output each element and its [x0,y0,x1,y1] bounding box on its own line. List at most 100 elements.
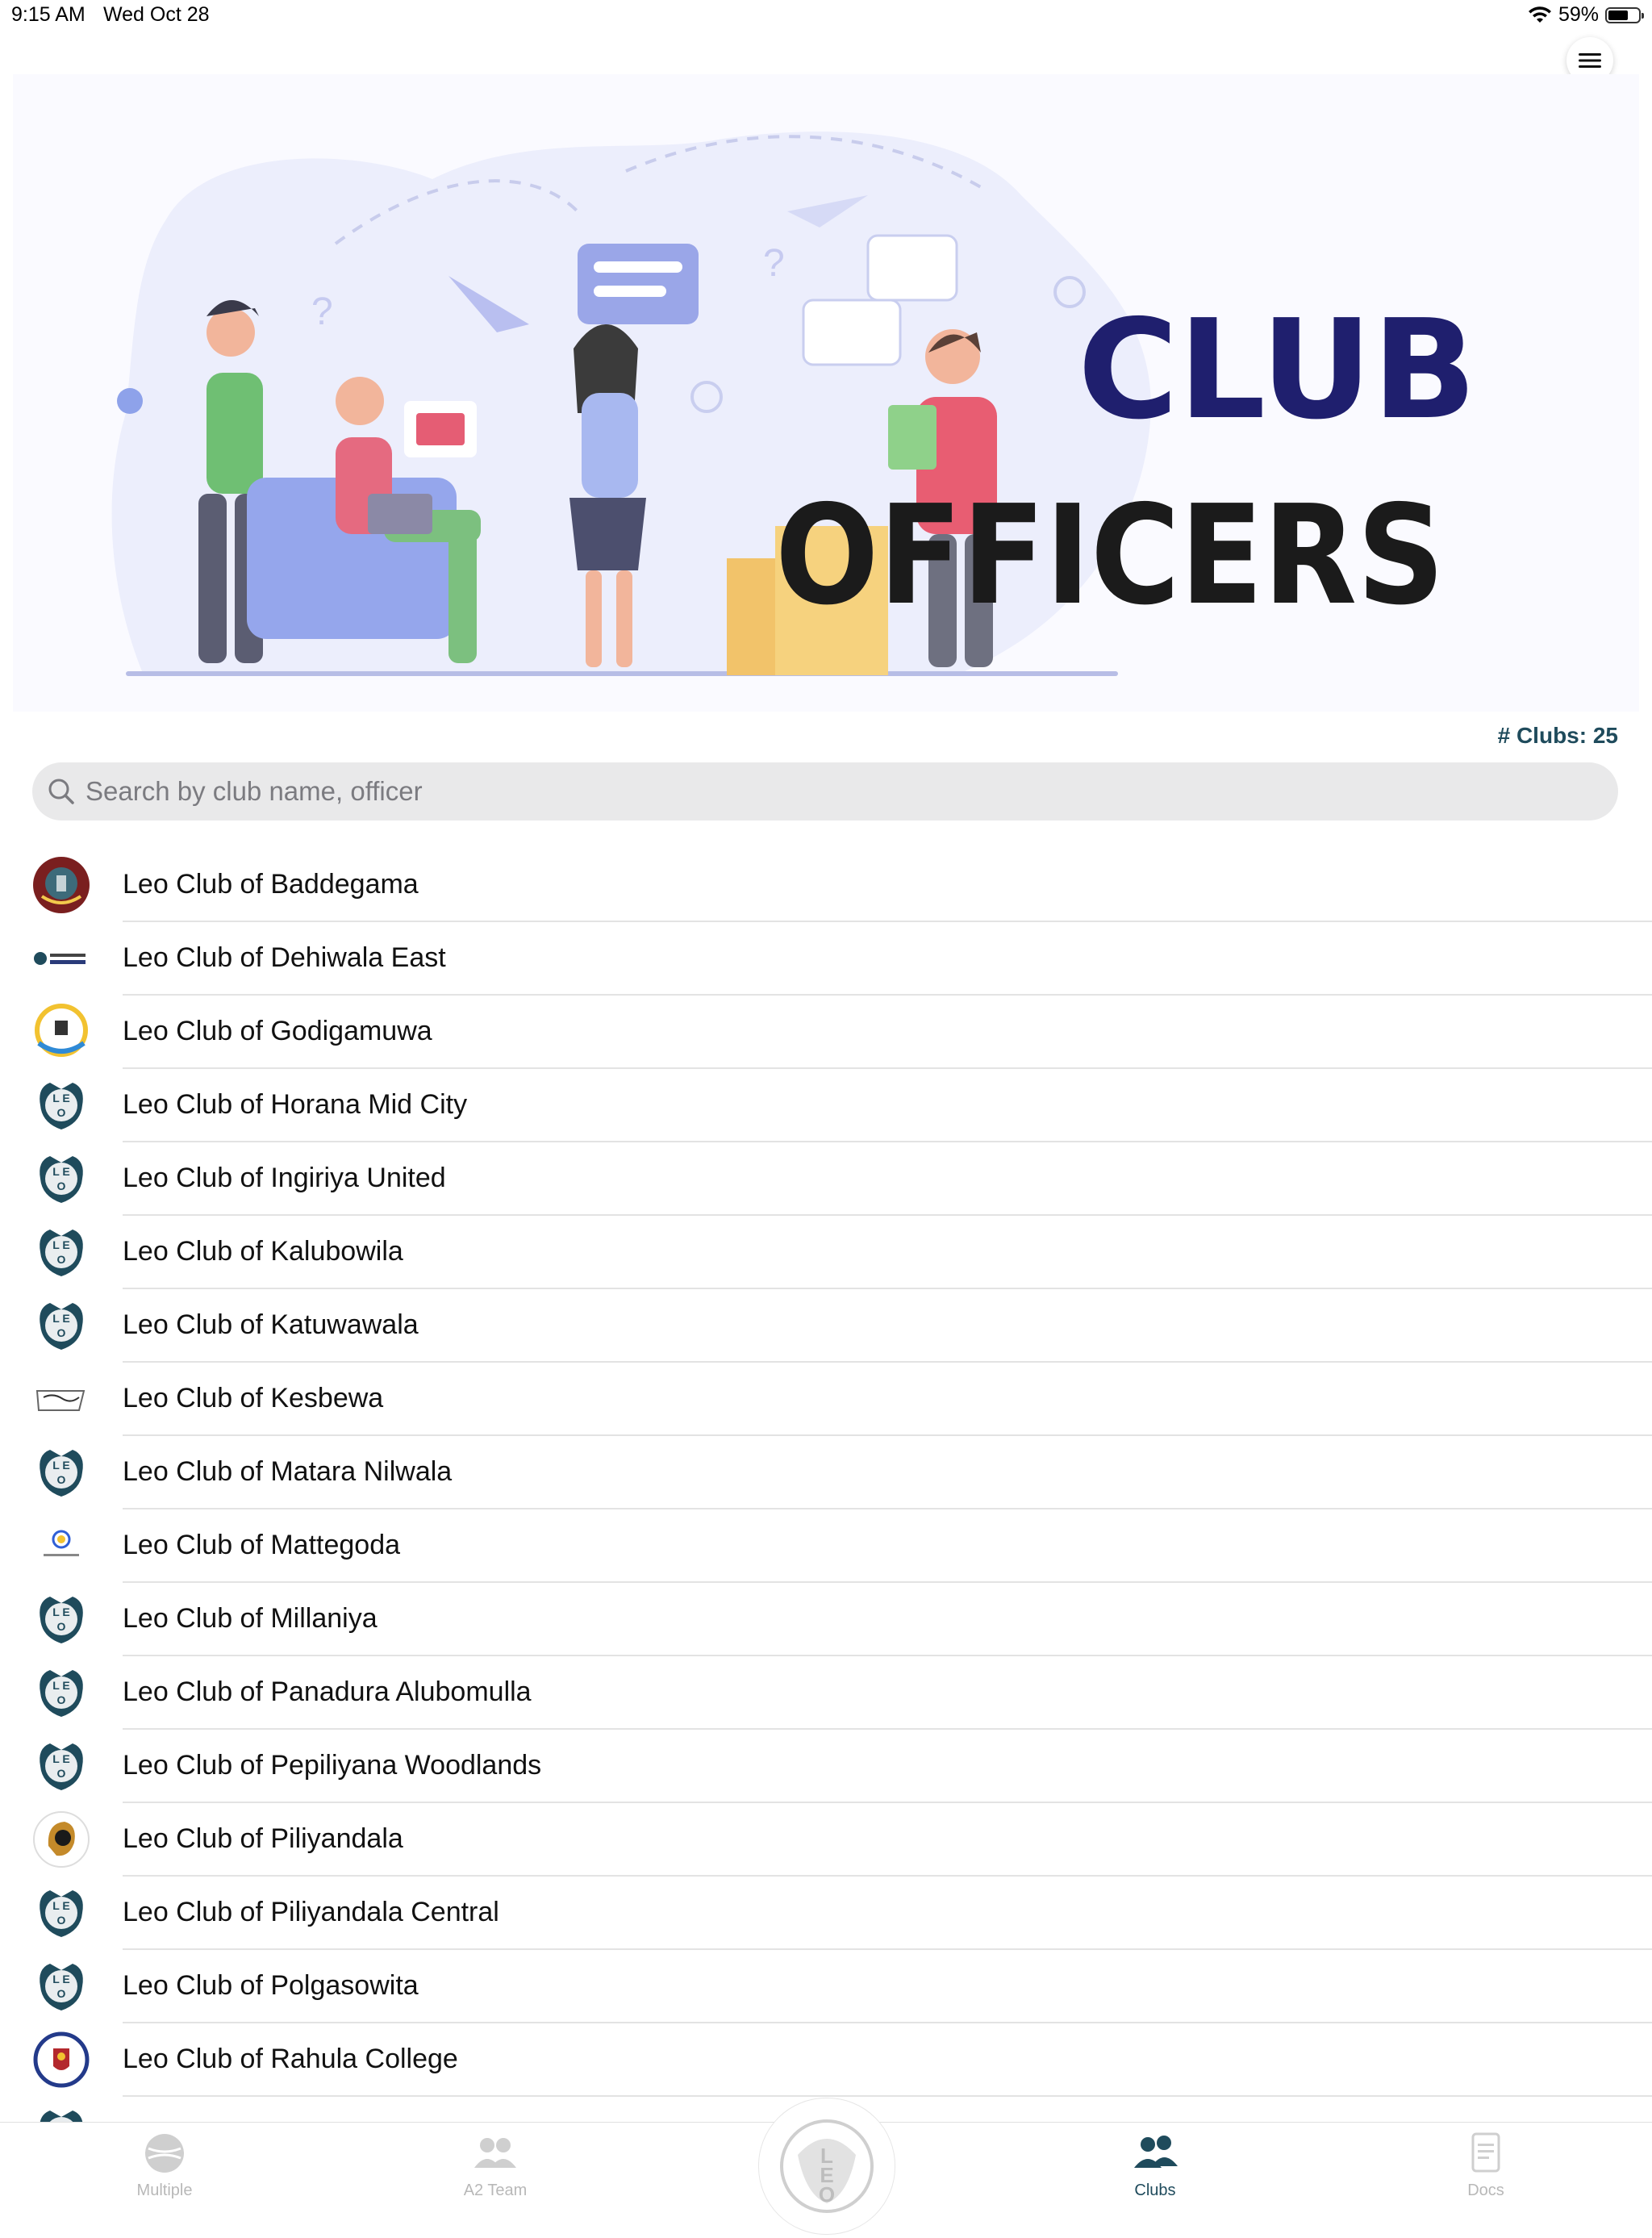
svg-text:O: O [57,1473,66,1486]
search-placeholder: Search by club name, officer [86,776,423,806]
club-list-item[interactable]: L E O Leo Club of Piliyandala Central [0,1877,1652,1950]
club-logo: L E O [32,1590,90,1648]
svg-text:O: O [57,1180,66,1192]
svg-text:L E: L E [52,1312,70,1325]
tab-center-button[interactable]: L E O [758,2098,895,2235]
club-name: Leo Club of Kalubowila [123,1236,403,1267]
club-name: Leo Club of Piliyandala [123,1823,403,1854]
hero-title-line2: OFFICERS [775,476,1445,636]
club-logo: L EO [32,1443,90,1501]
svg-text:L E: L E [52,1238,70,1251]
club-logo: L E O [32,1076,90,1134]
tab-docs[interactable]: Docs [1405,2131,1566,2200]
svg-text:L E: L E [52,1679,70,1692]
svg-text:O: O [57,1914,66,1927]
club-name: Leo Club of Kesbewa [123,1383,384,1413]
club-list-item[interactable]: L E O Leo Club of Kalubowila [0,1216,1652,1289]
club-name: Leo Club of Dehiwala East [123,942,446,973]
club-list-item[interactable]: Leo Club of Rahula College [0,2023,1652,2097]
club-logo [32,1370,90,1428]
status-bar: 9:15 AM Wed Oct 28 59% [0,0,1652,32]
svg-text:L E: L E [52,1752,70,1765]
hero-banner: ? ? CLUB OFFICERS [13,74,1639,712]
club-list-item[interactable]: L E O Leo Club of Ingiriya United [0,1142,1652,1216]
tab-a2-team[interactable]: A2 Team [415,2131,576,2200]
club-list-item[interactable]: L E O Leo Club of Polgasowita [0,1950,1652,2023]
svg-text:O: O [57,1767,66,1780]
status-date: Wed Oct 28 [103,3,210,26]
club-list-item[interactable]: L E O Leo Club of Matara Nilwala [0,1436,1652,1509]
status-right: 59% [1528,3,1644,27]
tab-multiple[interactable]: Multiple [84,2131,245,2200]
clubs-count: # Clubs: 25 [1497,723,1618,748]
document-icon [1405,2131,1566,2180]
tab-label: Multiple [136,2182,193,2199]
hero-title-line1: CLUB [1078,290,1477,450]
svg-text:O: O [57,1326,66,1339]
club-name: Leo Club of Mattegoda [123,1530,401,1560]
svg-text:L E: L E [52,1165,70,1178]
club-list-item[interactable]: L E O Leo Club of Millaniya [0,1583,1652,1656]
club-list-item[interactable]: Leo Club of Godigamuwa [0,996,1652,1069]
svg-text:O: O [819,2182,835,2207]
svg-text:?: ? [763,242,785,285]
club-name: Leo Club of Piliyandala Central [123,1897,499,1927]
svg-text:L E: L E [52,1092,70,1104]
wifi-icon [1528,6,1551,23]
svg-text:?: ? [311,290,333,333]
club-list-item[interactable]: Leo Club of Piliyandala [0,1803,1652,1877]
club-name: Leo Club of Godigamuwa [123,1016,432,1046]
club-name: Leo Club of Ingiriya United [123,1163,446,1193]
svg-text:L E: L E [52,1973,70,1985]
svg-text:L E: L E [52,1459,70,1472]
club-logo [32,1003,90,1061]
club-name: Leo Club of Matara Nilwala [123,1456,453,1487]
club-logo [32,1810,90,1868]
svg-text:O: O [57,1253,66,1266]
team-icon [415,2131,576,2180]
search-icon [48,779,74,804]
hamburger-menu-icon [1579,53,1601,68]
clubs-list[interactable]: Leo Club of Baddegama Leo Club of Dehiwal… [0,849,1652,2123]
club-name: Leo Club of Katuwawala [123,1309,419,1340]
club-list-item[interactable]: Leo Club of Kesbewa [0,1363,1652,1436]
club-list-item[interactable]: Leo Club of Dehiwala East [0,922,1652,996]
club-logo: L E O [32,1150,90,1208]
club-name: Leo Club of Horana Mid City [123,1089,468,1120]
club-logo: L E O [32,1737,90,1795]
tab-clubs[interactable]: Clubs [1074,2131,1236,2200]
svg-text:O: O [57,1106,66,1119]
club-logo: L E O [32,1957,90,2015]
battery-percent: 59% [1558,3,1599,26]
club-name: Leo Club of Baddegama [123,869,419,900]
clubs-people-icon [1074,2131,1236,2180]
club-logo: L EO [32,1664,90,1722]
club-list-item[interactable]: L E O Leo Club of Pepiliyana Woodlands [0,1730,1652,1803]
club-logo: L E O [32,1884,90,1942]
search-input[interactable]: Search by club name, officer [32,762,1618,820]
svg-text:L E: L E [52,1899,70,1912]
hero-illustration: ? ? CLUB OFFICERS [111,132,1477,676]
tab-label: A2 Team [463,2182,528,2199]
club-list-item[interactable]: Leo Club of Baddegama [0,849,1652,922]
svg-text:L E: L E [52,1605,70,1618]
club-list-item[interactable]: Leo Club of Mattegoda [0,1509,1652,1583]
globe-icon [84,2131,245,2180]
club-list-item[interactable]: L E O Leo Club of Panadura Alubomulla [0,1656,1652,1730]
club-logo: L EO [32,1296,90,1355]
club-logo: L E O [32,1223,90,1281]
tab-label: Docs [1467,2182,1504,2199]
club-logo [32,1517,90,1575]
club-list-item[interactable]: L E O Leo Club of Horana Mid City [0,1069,1652,1142]
club-name: Leo Club of Panadura Alubomulla [123,1676,532,1707]
club-list-item[interactable]: L E O Leo Club of Katuwawala [0,1289,1652,1363]
club-logo [32,2031,90,2089]
battery-icon [1605,6,1644,23]
club-logo [32,929,90,987]
tab-label: Clubs [1134,2182,1176,2199]
club-name: Leo Club of Rahula College [123,2044,458,2074]
svg-text:O: O [57,1987,66,2000]
svg-text:O: O [57,1620,66,1633]
svg-text:O: O [57,1693,66,1706]
status-time: 9:15 AM [11,3,86,26]
